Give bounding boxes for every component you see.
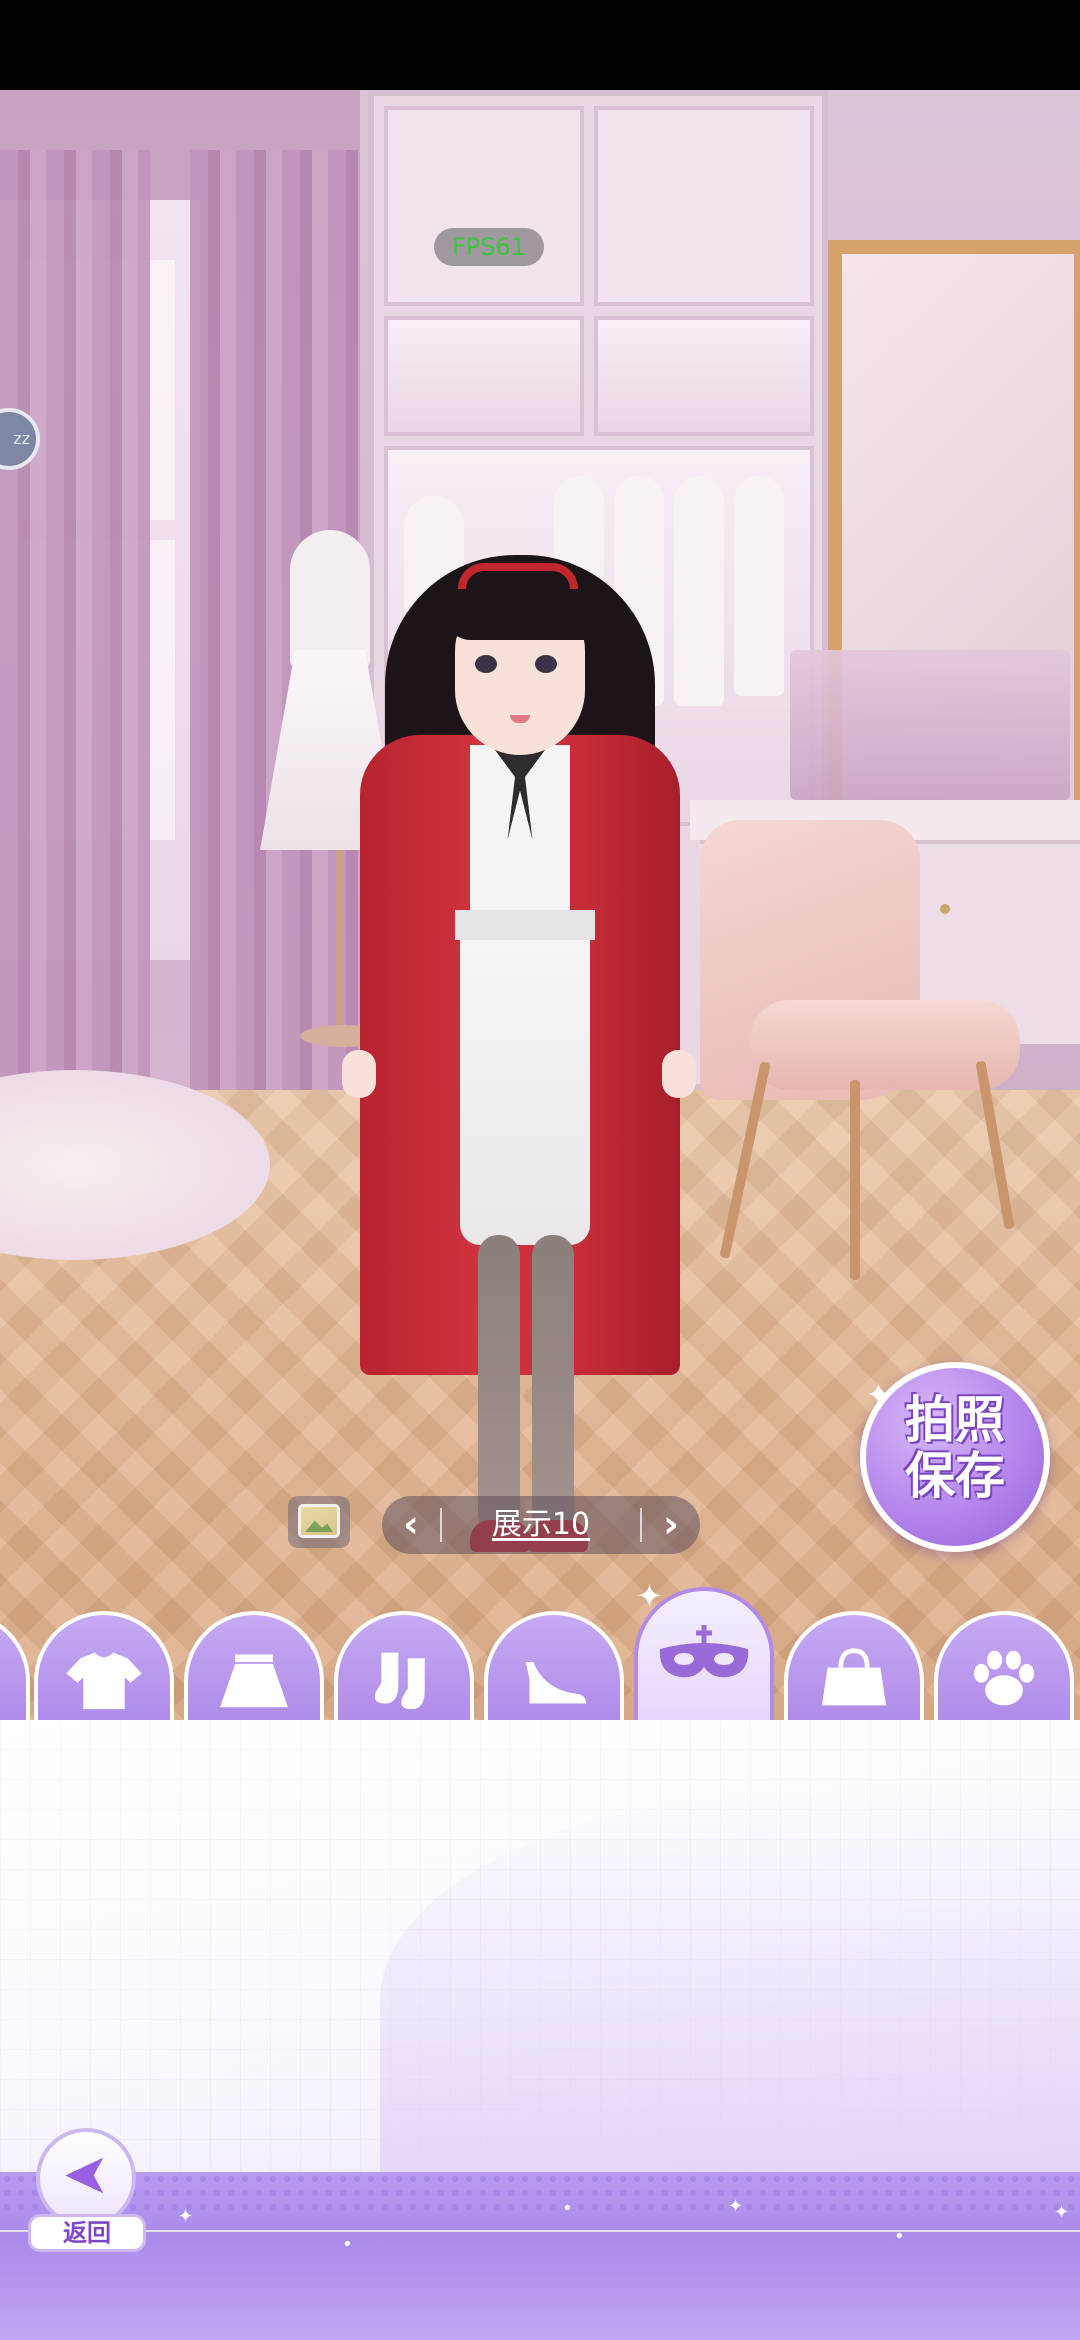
star-icon: ✦ [728, 2196, 744, 2217]
curtain-left [0, 150, 150, 1140]
game-screen: FPS61 zz 拍照 保存 ✦ ‹ 展示10 › ✦ ✦ • • ✦ • ✦ … [0, 0, 1080, 2340]
back-arrow-icon: ➤ [62, 2142, 110, 2207]
chevron-right-icon[interactable]: › [642, 1496, 700, 1554]
white-skirt [460, 935, 590, 1245]
tab-pets[interactable] [934, 1611, 1074, 1726]
red-headband [458, 563, 578, 589]
high-heel-icon [525, 1662, 587, 1704]
outfit-switcher: ‹ 展示10 › [382, 1496, 700, 1554]
dressed-character [342, 535, 696, 1615]
mannequin-stand [336, 850, 344, 1030]
chair-leg [850, 1080, 860, 1280]
back-label: 返回 [28, 2214, 146, 2252]
tab-tops[interactable] [34, 1611, 174, 1726]
sparkle-icon: ✦ [636, 1577, 663, 1615]
star-icon: • [342, 2234, 353, 2255]
bottom-bar: ✦ • • ✦ • ✦ [0, 2172, 1080, 2340]
outfit-name-label[interactable]: 展示10 [442, 1496, 640, 1554]
star-icon: • [562, 2198, 573, 2219]
gallery-button[interactable] [288, 1496, 350, 1548]
star-icon: ✦ [178, 2206, 194, 2227]
socks-icon [374, 1652, 425, 1710]
category-tabs: ✦ [0, 1577, 1080, 1727]
skirt-icon [220, 1654, 288, 1708]
image-icon [298, 1504, 340, 1538]
chevron-left-icon[interactable]: ‹ [382, 1496, 440, 1554]
tab-skirts[interactable] [184, 1611, 324, 1726]
tab-bags[interactable] [784, 1611, 924, 1726]
handbag-icon [821, 1648, 887, 1706]
back-button[interactable]: ➤ 返回 [28, 2128, 146, 2252]
paw-icon [973, 1650, 1035, 1706]
photo-save-label-line1: 拍照 [905, 1391, 1005, 1449]
photo-save-label-line2: 保存 [905, 1447, 1005, 1505]
sparkle-icon: ✦ [866, 1378, 892, 1413]
cosmetics-organizer [790, 650, 1070, 800]
tab-shoes[interactable] [484, 1611, 624, 1726]
star-icon: ✦ [1054, 2202, 1070, 2223]
star-icon: • [894, 2226, 905, 2247]
mask-icon [659, 1625, 749, 1678]
tab-partial-left[interactable] [0, 1611, 30, 1726]
shirt-icon [66, 1652, 142, 1710]
fps-counter: FPS61 [434, 228, 544, 266]
tab-socks[interactable] [334, 1611, 474, 1726]
top-black-bar [0, 0, 1080, 90]
